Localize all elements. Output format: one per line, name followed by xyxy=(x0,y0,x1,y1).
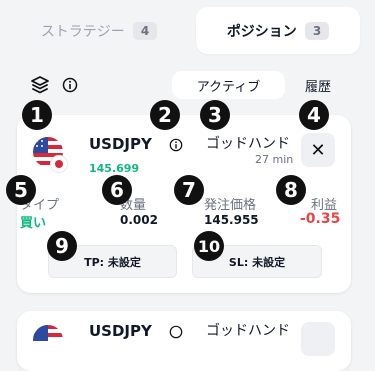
annotation-badge-4: 4 xyxy=(299,100,329,130)
stop-loss-label: SL: 未設定 xyxy=(228,255,286,269)
position-current-price: 145.699 xyxy=(89,162,140,175)
position-strategy: ゴッドハンド xyxy=(206,136,290,152)
annotation-badge-2: 2 xyxy=(150,100,180,130)
us-flag-icon xyxy=(33,325,63,355)
subtab-history[interactable]: 履歴 xyxy=(296,71,340,99)
tab-positions[interactable]: ポジション 3 xyxy=(196,7,360,54)
layers-icon[interactable] xyxy=(30,75,50,95)
close-icon: ✕ xyxy=(310,139,326,161)
take-profit-label: TP: 未設定 xyxy=(84,255,141,269)
tab-strategy-count: 4 xyxy=(132,21,158,40)
subtab-active[interactable]: アクティブ xyxy=(172,71,285,99)
position-strategy: ゴッドハンド xyxy=(206,323,290,339)
info-icon[interactable] xyxy=(167,323,185,341)
annotation-badge-10: 10 xyxy=(194,231,224,261)
info-icon[interactable] xyxy=(167,136,185,154)
order-price-value: 145.955 xyxy=(204,213,259,227)
order-price-label: 発注価格 xyxy=(204,198,257,213)
tab-strategy[interactable]: ストラテジー 4 xyxy=(24,7,174,54)
jp-flag-icon xyxy=(50,155,68,173)
type-value: 買い xyxy=(20,216,47,231)
info-icon[interactable] xyxy=(60,75,80,95)
annotation-badge-9: 9 xyxy=(47,231,77,261)
close-position-button[interactable]: ✕ xyxy=(301,133,335,167)
annotation-badge-3: 3 xyxy=(200,100,230,130)
annotation-badge-8: 8 xyxy=(276,175,306,205)
annotation-badge-5: 5 xyxy=(6,175,36,205)
quantity-value: 0.002 xyxy=(120,213,158,227)
annotation-badge-1: 1 xyxy=(22,100,52,130)
annotation-badge-7: 7 xyxy=(174,175,204,205)
position-elapsed: 27 min xyxy=(255,153,294,166)
annotation-badge-6: 6 xyxy=(102,175,132,205)
tab-strategy-label: ストラテジー xyxy=(40,23,125,40)
position-symbol: USDJPY xyxy=(89,135,152,153)
subtab-history-label: 履歴 xyxy=(304,79,331,95)
tab-positions-count: 3 xyxy=(304,21,330,40)
close-position-button[interactable] xyxy=(301,322,335,356)
tab-positions-label: ポジション xyxy=(226,23,297,40)
position-symbol: USDJPY xyxy=(89,322,152,340)
subtab-active-label: アクティブ xyxy=(196,79,261,95)
profit-value: -0.35 xyxy=(300,211,341,227)
